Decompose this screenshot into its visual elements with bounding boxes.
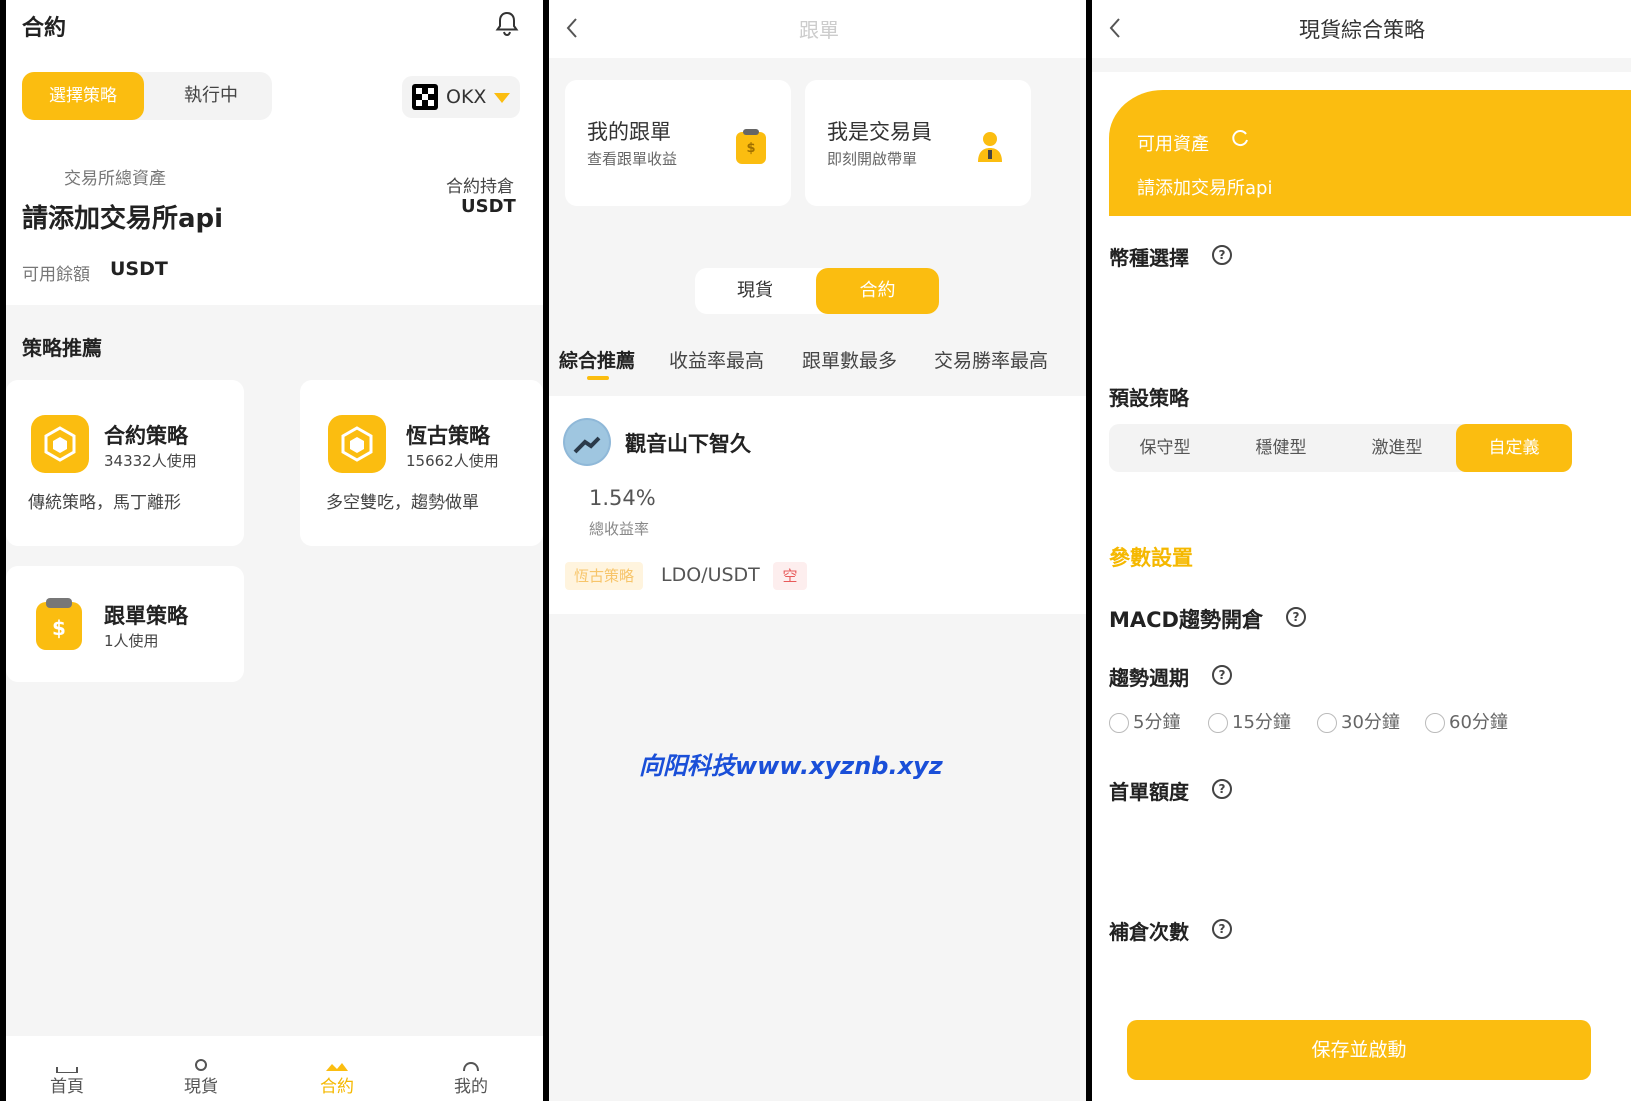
my-follow-sub: 查看跟單收益 (587, 150, 678, 168)
period-option-5[interactable]: 5分鐘 (1109, 708, 1180, 734)
my-follow-title: 我的跟單 (587, 120, 671, 144)
add-api-link[interactable]: 請添加交易所api (22, 198, 223, 235)
period-option-60[interactable]: 60分鐘 (1425, 708, 1508, 734)
period-option-15[interactable]: 15分鐘 (1208, 708, 1291, 734)
preset-balanced[interactable]: 穩健型 (1225, 424, 1337, 472)
preset-strategy-label: 預設策略 (1109, 386, 1189, 410)
strategy-name: 跟單策略 (104, 604, 188, 628)
exchange-select[interactable]: OKX (402, 76, 520, 118)
first-order-amount-label: 首單額度 (1109, 780, 1189, 804)
tab-select-strategy[interactable]: 選擇策略 (22, 72, 144, 120)
contract-icon (324, 1058, 350, 1071)
trader-list-item[interactable]: 觀音山下智久 1.54% 總收益率 恆古策略 LDO/USDT 空 (549, 396, 1086, 614)
divider (1092, 58, 1631, 72)
refresh-icon[interactable] (1231, 128, 1251, 152)
strategy-users: 34332人使用 (104, 452, 197, 470)
available-assets-label: 可用資產 (1137, 134, 1209, 155)
preset-conservative[interactable]: 保守型 (1109, 424, 1221, 472)
strategy-desc: 多空雙吃，趨勢做單 (326, 493, 479, 513)
radio-icon (1425, 713, 1445, 733)
strategy-card-copy[interactable]: $ 跟單策略 1人使用 (6, 566, 244, 682)
avatar (563, 418, 611, 466)
period-option-30[interactable]: 30分鐘 (1317, 708, 1400, 734)
params-section-title: 參數設置 (1109, 546, 1193, 570)
strategy-name: 合約策略 (104, 424, 188, 448)
strategy-name: 恆古策略 (406, 424, 490, 448)
help-icon[interactable]: ? (1212, 919, 1232, 939)
page-title: 現貨綜合策略 (1299, 18, 1425, 42)
toggle-spot[interactable]: 現貨 (695, 268, 815, 314)
add-position-count-label: 補倉次數 (1109, 920, 1189, 944)
nav-contract[interactable]: 合約 (314, 1072, 360, 1097)
contract-strategy-icon (31, 415, 89, 473)
chevron-down-icon (494, 93, 510, 103)
strategy-card-contract[interactable]: 合約策略 34332人使用 傳統策略，馬丁離形 (6, 380, 244, 546)
tab-win-rate[interactable]: 交易勝率最高 (934, 346, 1048, 373)
contract-panel: 合約 選擇策略 執行中 OKX 交易所總資產 請添加交易所api 合約持倉 US… (6, 0, 543, 1101)
direction-badge: 空 (773, 562, 807, 590)
total-yield-value: 1.54% (589, 486, 656, 510)
back-icon[interactable] (565, 16, 579, 44)
preset-custom[interactable]: 自定義 (1456, 424, 1572, 472)
money-bag-icon: $ (36, 598, 82, 650)
strategy-card-henggu[interactable]: 恆古策略 15662人使用 多空雙吃，趨勢做單 (300, 380, 543, 546)
tab-overall[interactable]: 綜合推薦 (559, 346, 635, 373)
exchange-name: OKX (446, 86, 487, 108)
nav-spot[interactable]: 現貨 (178, 1072, 224, 1097)
section-title: 策略推薦 (22, 336, 102, 360)
preset-aggressive[interactable]: 激進型 (1341, 424, 1453, 472)
tab-running[interactable]: 執行中 (151, 72, 271, 120)
tab-most-followers[interactable]: 跟單數最多 (802, 346, 897, 373)
okx-logo-icon (412, 84, 438, 110)
bottom-nav: 首頁 現貨 合約 我的 (6, 1036, 543, 1101)
strategy-tag: 恆古策略 (565, 562, 644, 590)
tab-top-yield[interactable]: 收益率最高 (669, 346, 764, 373)
toggle-contract[interactable]: 合約 (816, 268, 939, 314)
total-assets-label: 交易所總資產 (64, 169, 166, 189)
holding-label: 合約持倉 (446, 177, 514, 197)
radio-icon (1208, 713, 1228, 733)
available-label: 可用餘額 (22, 265, 90, 285)
henggu-strategy-icon (328, 415, 386, 473)
strategy-users: 1人使用 (104, 632, 159, 650)
radio-icon (1109, 713, 1129, 733)
help-icon[interactable]: ? (1212, 779, 1232, 799)
page-title: 合約 (22, 16, 67, 41)
total-yield-label: 總收益率 (589, 520, 650, 538)
pair-label: LDO/USDT (661, 564, 760, 586)
copy-trading-panel: 跟單 我的跟單 查看跟單收益 $ 我是交易員 即刻開啟帶單 現貨 合約 綜合推薦… (549, 0, 1086, 1101)
help-icon[interactable]: ? (1212, 245, 1232, 265)
trader-sub: 即刻開啟帶單 (827, 150, 918, 168)
radio-icon (1317, 713, 1337, 733)
trader-card[interactable]: 我是交易員 即刻開啟帶單 (805, 80, 1031, 206)
help-icon[interactable]: ? (1212, 665, 1232, 685)
home-icon (54, 1058, 80, 1074)
bell-icon[interactable] (494, 10, 520, 42)
trader-title: 我是交易員 (827, 120, 932, 144)
trader-name: 觀音山下智久 (625, 432, 751, 456)
page-title: 跟單 (799, 18, 839, 42)
money-bag-icon: $ (736, 129, 766, 164)
tab-indicator (587, 376, 609, 380)
trader-person-icon (975, 130, 1005, 168)
available-unit: USDT (110, 258, 168, 280)
spot-strategy-panel: 現貨綜合策略 可用資產 請添加交易所api 幣種選擇 ? 預設策略 保守型 穩健… (1092, 0, 1631, 1101)
help-icon[interactable]: ? (1286, 607, 1306, 627)
strategy-desc: 傳統策略，馬丁離形 (28, 493, 181, 513)
back-icon[interactable] (1108, 16, 1122, 44)
holding-unit: USDT (461, 196, 516, 217)
macd-label: MACD趨勢開倉 (1109, 608, 1263, 632)
add-api-link[interactable]: 請添加交易所api (1137, 174, 1272, 200)
strategy-users: 15662人使用 (406, 452, 499, 470)
coin-select-label: 幣種選擇 (1109, 246, 1189, 270)
spot-icon (188, 1056, 214, 1071)
watermark-text: 向阳科技www.xyznb.xyz (639, 752, 943, 780)
asset-banner: 可用資產 請添加交易所api (1109, 90, 1631, 216)
my-follow-card[interactable]: 我的跟單 查看跟單收益 $ (565, 80, 791, 206)
user-icon (458, 1056, 484, 1072)
save-and-start-button[interactable]: 保存並啟動 (1127, 1020, 1591, 1080)
trend-period-label: 趨勢週期 (1109, 666, 1189, 690)
nav-home[interactable]: 首頁 (44, 1072, 90, 1097)
nav-mine[interactable]: 我的 (448, 1072, 494, 1097)
